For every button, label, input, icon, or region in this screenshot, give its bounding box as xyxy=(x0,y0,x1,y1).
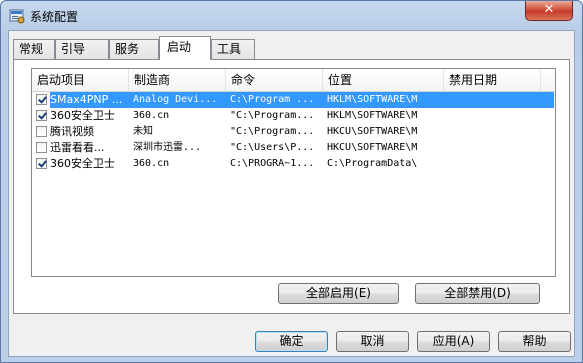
row-cell-maker: 深圳市迅雷... xyxy=(133,142,202,153)
row-cell-location: HKLM\SOFTWARE\M... xyxy=(327,110,419,121)
row-cell-location: HKLM\SOFTWARE\M... xyxy=(327,94,419,105)
row-checkbox[interactable] xyxy=(36,158,47,169)
system-config-window: 系统配置 ✕ 常规 引导 服务 启动 工具 启动项目 制造商 命令 位置 禁用日… xyxy=(0,0,583,363)
button-label: 确定 xyxy=(279,334,304,348)
button-label: 帮助 xyxy=(522,334,547,348)
ok-button[interactable]: 确定 xyxy=(255,331,328,352)
row-cell-command: "C:\Users\P... xyxy=(230,142,315,153)
row-cell-name: 360安全卫士 xyxy=(50,109,115,122)
row-cell-maker: 未知 xyxy=(133,126,153,137)
row-cell-location: HKCU\SOFTWARE\M... xyxy=(327,142,419,153)
column-header-manufacturer[interactable]: 制造商 xyxy=(129,69,226,91)
column-header-command[interactable]: 命令 xyxy=(226,69,323,91)
column-header-disabled-date[interactable]: 禁用日期 xyxy=(444,69,541,91)
enable-all-button[interactable]: 全部启用(E) xyxy=(278,283,399,304)
table-row[interactable]: 迅雷看看... 深圳市迅雷... "C:\Users\P... HKCU\SOFTWA… xyxy=(32,140,555,156)
tab-label: 引导 xyxy=(61,42,86,56)
title-bar[interactable]: 系统配置 ✕ xyxy=(1,1,582,31)
tab-label: 启动 xyxy=(167,40,192,54)
row-cell-command: "C:\Program... xyxy=(230,126,315,137)
row-cell-maker: 360.cn xyxy=(133,158,170,169)
disable-all-button[interactable]: 全部禁用(D) xyxy=(415,283,540,304)
row-checkbox[interactable] xyxy=(36,94,47,105)
row-cell-location: C:\ProgramData\... xyxy=(327,158,419,169)
button-label: 全部启用(E) xyxy=(306,286,371,300)
cancel-button[interactable]: 取消 xyxy=(336,331,409,352)
tab-label: 常规 xyxy=(19,42,44,56)
column-header-startup-item[interactable]: 启动项目 xyxy=(32,69,129,91)
apply-button[interactable]: 应用(A) xyxy=(417,331,490,352)
tab-tools[interactable]: 工具 xyxy=(211,39,255,59)
row-cell-maker: Analog Devi... xyxy=(133,94,218,105)
table-row[interactable]: 360安全卫士 360.cn "C:\Program... HKLM\SOFTWARE… xyxy=(32,108,555,124)
button-label: 应用(A) xyxy=(432,334,475,348)
list-header: 启动项目 制造商 命令 位置 禁用日期 xyxy=(32,69,555,92)
window-title: 系统配置 xyxy=(30,10,79,24)
row-cell-maker: 360.cn xyxy=(133,110,170,121)
startup-tab-panel: 启动项目 制造商 命令 位置 禁用日期 SMax4PNP ... Analog D… xyxy=(13,59,570,314)
row-cell-name: 腾讯视频 xyxy=(50,125,94,138)
row-cell-command: C:\PROGRA~1... xyxy=(230,158,315,169)
row-cell-name: 迅雷看看... xyxy=(50,141,105,154)
tab-general[interactable]: 常规 xyxy=(13,39,55,59)
close-button[interactable]: ✕ xyxy=(525,1,573,21)
tab-boot[interactable]: 引导 xyxy=(55,39,109,59)
startup-items-list[interactable]: 启动项目 制造商 命令 位置 禁用日期 SMax4PNP ... Analog D… xyxy=(31,68,556,277)
table-row[interactable]: 360安全卫士 360.cn C:\PROGRA~1... C:\ProgramDat… xyxy=(32,156,555,172)
row-cell-location: HKCU\SOFTWARE\M... xyxy=(327,126,419,137)
row-cell-disabled-date xyxy=(448,140,540,156)
row-cell-command: C:\Program ... xyxy=(230,94,315,105)
tab-label: 工具 xyxy=(217,42,242,56)
row-cell-command: "C:\Program... xyxy=(230,110,315,121)
row-cell-disabled-date xyxy=(448,108,540,124)
row-checkbox[interactable] xyxy=(36,110,47,121)
row-cell-disabled-date xyxy=(448,124,540,140)
help-button[interactable]: 帮助 xyxy=(498,331,571,352)
table-row[interactable]: 腾讯视频 未知 "C:\Program... HKCU\SOFTWARE\M... xyxy=(32,124,555,140)
row-cell-name: SMax4PNP ... xyxy=(50,93,123,106)
system-config-icon xyxy=(9,9,25,24)
row-cell-name: 360安全卫士 xyxy=(50,157,115,170)
dialog-client-area: 常规 引导 服务 启动 工具 启动项目 制造商 命令 位置 禁用日期 SMax4… xyxy=(8,30,575,357)
button-label: 全部禁用(D) xyxy=(444,286,511,300)
row-checkbox[interactable] xyxy=(36,142,47,153)
tab-services[interactable]: 服务 xyxy=(109,39,159,59)
tab-label: 服务 xyxy=(115,42,140,56)
row-checkbox[interactable] xyxy=(36,126,47,137)
button-label: 取消 xyxy=(360,334,385,348)
table-row[interactable]: SMax4PNP ... Analog Devi... C:\Program ...… xyxy=(32,92,555,108)
tab-startup[interactable]: 启动 xyxy=(159,36,211,60)
row-cell-disabled-date xyxy=(448,92,540,108)
row-cell-disabled-date xyxy=(448,156,540,172)
column-header-location[interactable]: 位置 xyxy=(323,69,444,91)
close-icon: ✕ xyxy=(543,2,555,17)
